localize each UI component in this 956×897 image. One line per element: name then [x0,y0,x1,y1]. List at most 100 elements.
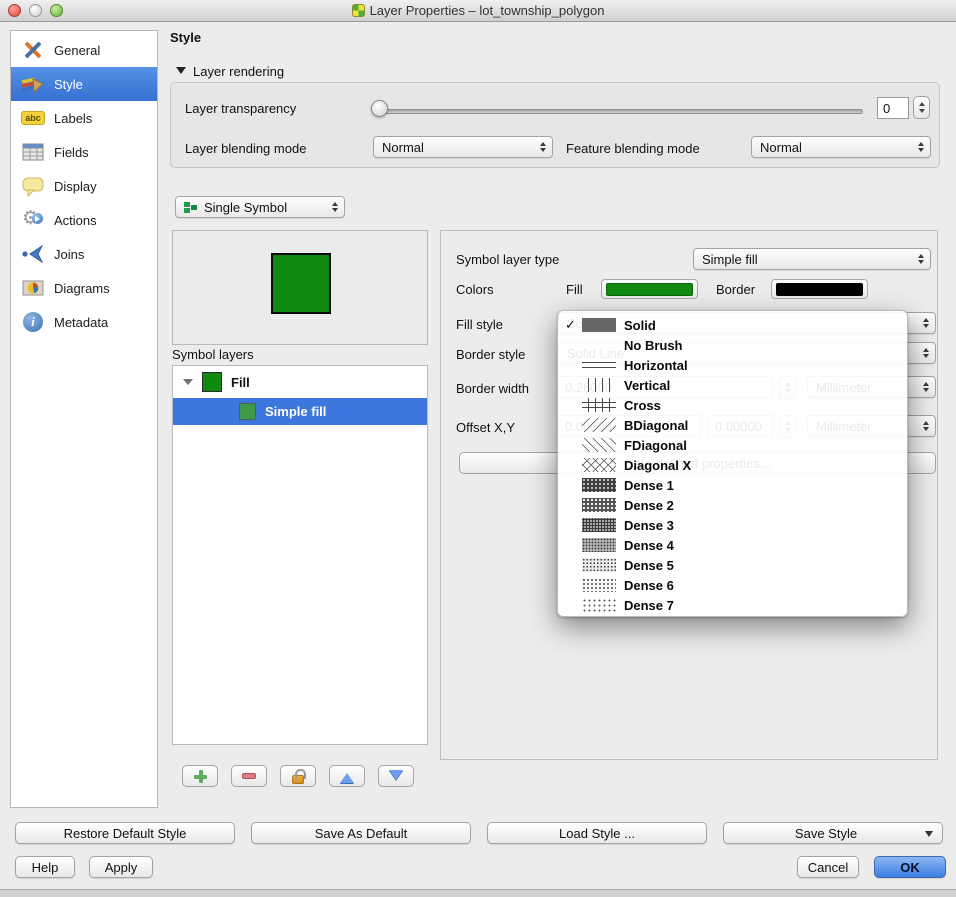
sidebar-item-actions[interactable]: ⚙ Actions [11,203,157,237]
combo-arrows-icon [923,379,929,395]
sidebar-item-metadata[interactable]: i Metadata [11,305,157,339]
layer-properties-window: Layer Properties – lot_township_polygon … [0,0,956,897]
menu-item-dense-1[interactable]: Dense 1 [558,475,907,495]
restore-default-style-button[interactable]: Restore Default Style [15,822,235,844]
checkmark-icon [565,317,582,333]
joins-icon [21,242,45,266]
menu-item-dense-2[interactable]: Dense 2 [558,495,907,515]
layer-rendering-group: Layer transparency 0 Layer blending mode… [170,82,940,168]
menu-item-horizontal[interactable]: Horizontal [558,355,907,375]
window-bottom-edge [0,889,956,897]
dense5-pattern-icon [582,558,616,572]
menu-item-dense-4[interactable]: Dense 4 [558,535,907,555]
fill-label: Fill [566,282,583,297]
border-label: Border [716,282,755,297]
sidebar-item-display[interactable]: Display [11,169,157,203]
remove-symbol-layer-button[interactable] [231,765,267,787]
window-title: Layer Properties – lot_township_polygon [0,3,956,18]
general-icon [21,38,45,62]
down-arrow-icon [389,770,403,787]
cancel-button[interactable]: Cancel [797,856,859,878]
menu-item-solid[interactable]: Solid [558,315,907,335]
page-title: Style [170,30,201,45]
dense1-pattern-icon [582,478,616,492]
save-style-button[interactable]: Save Style [723,822,943,844]
layer-rendering-toggle[interactable]: Layer rendering [176,63,284,79]
ok-button[interactable]: OK [874,856,946,878]
simple-fill-swatch-icon [239,403,256,420]
renderer-select[interactable]: Single Symbol [175,196,345,218]
menu-item-dense-6[interactable]: Dense 6 [558,575,907,595]
combo-arrows-icon [923,418,929,434]
labels-icon: abc [21,106,45,130]
vertical-pattern-icon [582,378,616,392]
combo-arrows-icon [918,139,924,155]
border-color-button[interactable] [771,279,868,299]
properties-sidebar: General Style abc Labels Fields Display [10,30,158,808]
sidebar-item-style[interactable]: Style [11,67,157,101]
sidebar-item-joins[interactable]: Joins [11,237,157,271]
tree-row-simple-fill[interactable]: Simple fill [173,398,427,425]
feature-blending-select[interactable]: Normal [751,136,931,158]
move-layer-down-button[interactable] [378,765,414,787]
transparency-stepper[interactable] [913,96,930,119]
load-style-button[interactable]: Load Style ... [487,822,707,844]
transparency-slider-handle[interactable] [371,100,388,117]
single-symbol-icon [184,200,198,214]
collapse-triangle-icon [176,67,186,79]
offset-label: Offset X,Y [456,420,515,435]
layer-blending-select[interactable]: Normal [373,136,553,158]
menu-item-dense-7[interactable]: Dense 7 [558,595,907,615]
tree-row-fill[interactable]: Fill [173,366,427,398]
sidebar-item-general[interactable]: General [11,33,157,67]
menu-item-diagonal-x[interactable]: Diagonal X [558,455,907,475]
combo-arrows-icon [332,199,338,215]
display-icon [21,174,45,198]
zoom-window-button[interactable] [50,4,63,17]
diagonal-x-pattern-icon [582,458,616,472]
menu-item-no-brush[interactable]: No Brush [558,335,907,355]
combo-arrows-icon [540,139,546,155]
qgis-logo-icon [352,4,365,17]
save-as-default-button[interactable]: Save As Default [251,822,471,844]
menu-item-fdiagonal[interactable]: FDiagonal [558,435,907,455]
transparency-value-field[interactable]: 0 [877,97,909,119]
cross-pattern-icon [582,398,616,412]
sidebar-item-labels[interactable]: abc Labels [11,101,157,135]
up-arrow-icon [340,766,354,783]
sidebar-item-diagrams[interactable]: Diagrams [11,271,157,305]
transparency-slider-track[interactable] [376,109,863,114]
combo-arrows-icon [923,345,929,361]
symbol-layers-tree: Fill Simple fill [172,365,428,745]
menu-item-dense-3[interactable]: Dense 3 [558,515,907,535]
menu-item-dense-5[interactable]: Dense 5 [558,555,907,575]
menu-item-bdiagonal[interactable]: BDiagonal [558,415,907,435]
no-brush-pattern-icon [582,338,616,352]
metadata-icon: i [21,310,45,334]
fill-style-label: Fill style [456,317,503,332]
symbol-layer-type-select[interactable]: Simple fill [693,248,931,270]
dense7-pattern-icon [582,598,616,612]
help-button[interactable]: Help [15,856,75,878]
layer-transparency-label: Layer transparency [185,101,296,116]
menu-item-vertical[interactable]: Vertical [558,375,907,395]
dense6-pattern-icon [582,578,616,592]
combo-arrows-icon [918,251,924,267]
combo-arrows-icon [923,315,929,331]
apply-button[interactable]: Apply [89,856,153,878]
menu-item-cross[interactable]: Cross [558,395,907,415]
close-window-button[interactable] [8,4,21,17]
symbol-layer-type-label: Symbol layer type [456,252,559,267]
add-symbol-layer-button[interactable] [182,765,218,787]
tree-expand-icon[interactable] [183,379,193,390]
dense2-pattern-icon [582,498,616,512]
symbol-preview [172,230,428,345]
sidebar-item-fields[interactable]: Fields [11,135,157,169]
move-layer-up-button[interactable] [329,765,365,787]
minimize-window-button[interactable] [29,4,42,17]
fill-color-button[interactable] [601,279,698,299]
fdiagonal-pattern-icon [582,438,616,452]
border-color-swatch [776,283,863,296]
style-icon [21,72,45,96]
lock-symbol-layer-button[interactable] [280,765,316,787]
